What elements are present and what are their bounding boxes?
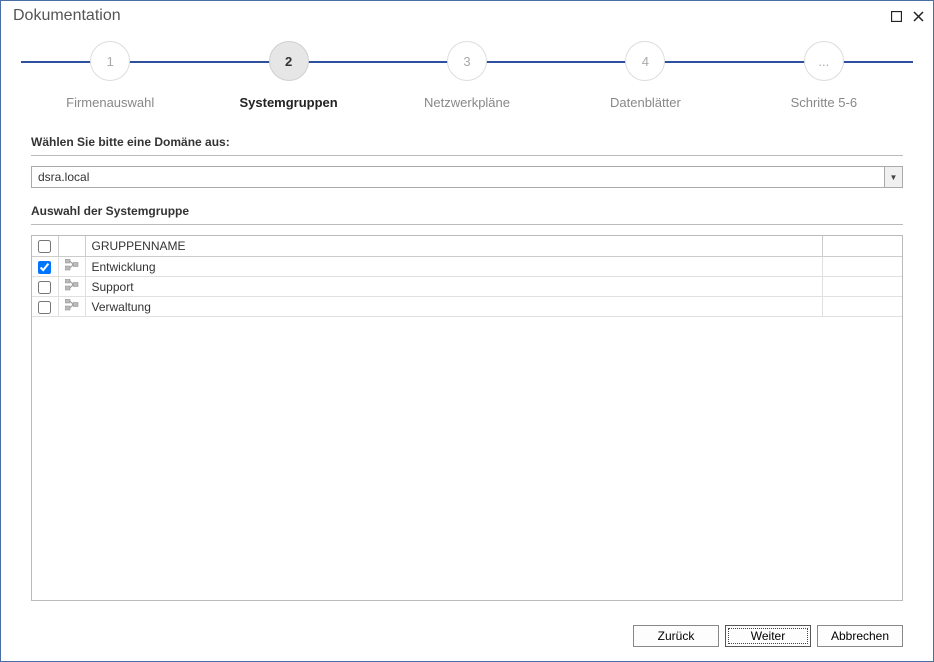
row-spacer xyxy=(822,257,902,277)
wizard-step[interactable]: 4 Datenblätter xyxy=(556,41,734,110)
group-icon xyxy=(65,279,79,294)
step-circle: 1 xyxy=(90,41,130,81)
wizard-step[interactable]: 2 Systemgruppen xyxy=(199,41,377,110)
content-area: Wählen Sie bitte eine Domäne aus: ▼ Ausw… xyxy=(1,131,933,619)
close-icon[interactable] xyxy=(911,9,925,23)
dialog-window: Dokumentation 1 Firmenauswahl 2 Systemgrupp… xyxy=(0,0,934,662)
step-circle: ... xyxy=(804,41,844,81)
step-circle: 3 xyxy=(447,41,487,81)
domain-label: Wählen Sie bitte eine Domäne aus: xyxy=(31,135,903,149)
wizard-step[interactable]: 1 Firmenauswahl xyxy=(21,41,199,110)
row-checkbox[interactable] xyxy=(38,301,51,314)
chevron-down-icon: ▼ xyxy=(890,173,898,182)
step-label: Systemgruppen xyxy=(239,95,337,110)
maximize-icon[interactable] xyxy=(889,9,903,23)
table-row[interactable]: Verwaltung xyxy=(32,297,902,317)
table-row[interactable]: Entwicklung xyxy=(32,257,902,277)
step-circle: 2 xyxy=(269,41,309,81)
divider xyxy=(31,155,903,156)
window-title: Dokumentation xyxy=(13,7,889,25)
step-circle: 4 xyxy=(625,41,665,81)
row-groupname: Verwaltung xyxy=(85,297,822,317)
row-icon-cell xyxy=(58,277,85,297)
row-icon-cell xyxy=(58,257,85,277)
back-button[interactable]: Zurück xyxy=(633,625,719,647)
domain-combobox[interactable]: ▼ xyxy=(31,166,903,188)
wizard-stepper: 1 Firmenauswahl 2 Systemgruppen 3 Netzwerkplä… xyxy=(21,41,913,131)
dialog-footer: Zurück Weiter Abbrechen xyxy=(1,619,933,661)
select-all-checkbox[interactable] xyxy=(38,240,51,253)
titlebar: Dokumentation xyxy=(1,1,933,31)
header-spacer xyxy=(822,236,902,257)
next-button[interactable]: Weiter xyxy=(725,625,811,647)
table-header-row: GRUPPENNAME xyxy=(32,236,902,257)
header-groupname[interactable]: GRUPPENNAME xyxy=(85,236,822,257)
row-checkbox-cell xyxy=(32,297,58,317)
step-label: Schritte 5-6 xyxy=(791,95,857,110)
groups-table-container: GRUPPENNAME EntwicklungSupportVerwaltung xyxy=(31,235,903,601)
groups-table: GRUPPENNAME EntwicklungSupportVerwaltung xyxy=(32,236,902,317)
table-row[interactable]: Support xyxy=(32,277,902,297)
row-checkbox-cell xyxy=(32,257,58,277)
header-checkbox-cell xyxy=(32,236,58,257)
step-label: Datenblätter xyxy=(610,95,681,110)
wizard-step[interactable]: 3 Netzwerkpläne xyxy=(378,41,556,110)
header-icon-cell xyxy=(58,236,85,257)
row-groupname: Entwicklung xyxy=(85,257,822,277)
titlebar-controls xyxy=(889,9,925,23)
group-icon xyxy=(65,259,79,274)
row-groupname: Support xyxy=(85,277,822,297)
wizard-step[interactable]: ... Schritte 5-6 xyxy=(735,41,913,110)
row-checkbox[interactable] xyxy=(38,281,51,294)
dropdown-button[interactable]: ▼ xyxy=(884,167,902,187)
row-spacer xyxy=(822,297,902,317)
row-icon-cell xyxy=(58,297,85,317)
row-checkbox-cell xyxy=(32,277,58,297)
cancel-button[interactable]: Abbrechen xyxy=(817,625,903,647)
domain-input[interactable] xyxy=(32,167,884,187)
divider xyxy=(31,224,903,225)
row-checkbox[interactable] xyxy=(38,261,51,274)
step-label: Netzwerkpläne xyxy=(424,95,510,110)
row-spacer xyxy=(822,277,902,297)
step-label: Firmenauswahl xyxy=(66,95,154,110)
group-icon xyxy=(65,299,79,314)
groups-label: Auswahl der Systemgruppe xyxy=(31,204,903,218)
